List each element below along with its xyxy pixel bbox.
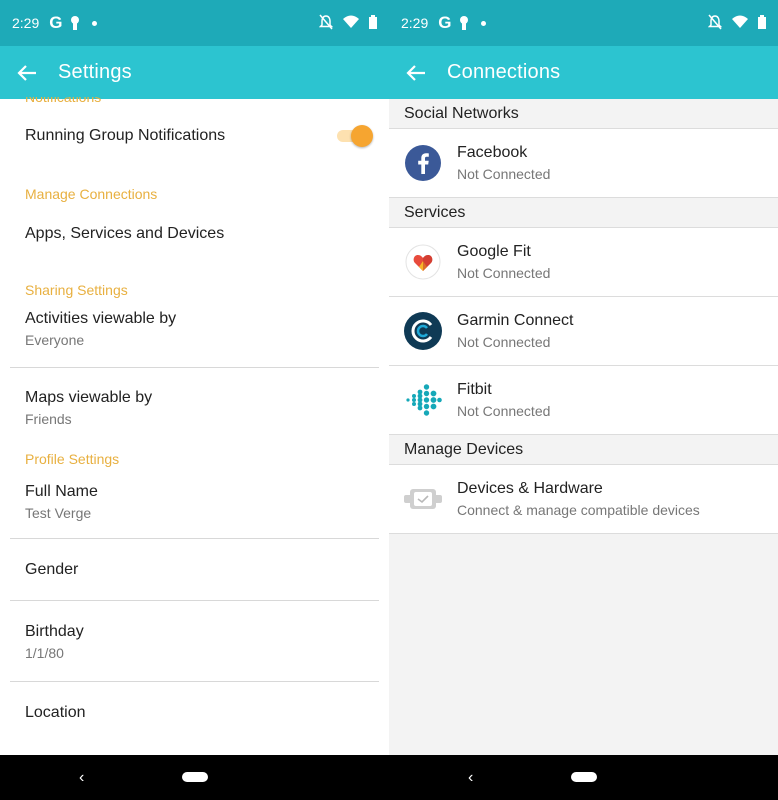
page-title: Settings — [58, 61, 132, 83]
apps-services-devices-row[interactable]: Apps, Services and Devices — [0, 205, 389, 263]
activities-viewable-row[interactable]: Activities viewable by Everyone — [0, 301, 389, 363]
connections-screen: 2:29 G Connections Social Networks Faceb… — [389, 0, 778, 755]
notification-dot-icon — [92, 20, 98, 26]
status-bar: 2:29 G — [389, 0, 778, 46]
running-group-label: Running Group Notifications — [25, 127, 226, 144]
google-fit-status: Not Connected — [457, 265, 551, 281]
watch-device-icon — [404, 480, 442, 518]
section-header-sharing: Sharing Settings — [25, 282, 128, 298]
connection-row-fitbit[interactable]: Fitbit Not Connected — [389, 366, 778, 435]
gender-row[interactable]: Gender — [0, 539, 389, 600]
app-bar: Settings — [0, 46, 389, 99]
activities-label: Activities viewable by — [25, 310, 177, 327]
facebook-status: Not Connected — [457, 166, 551, 182]
maps-viewable-row[interactable]: Maps viewable by Friends — [0, 368, 389, 444]
section-header-profile: Profile Settings — [25, 451, 120, 467]
section-header-manage-devices: Manage Devices — [389, 435, 778, 465]
section-header-manage-connections: Manage Connections — [25, 186, 158, 202]
birthday-value: 1/1/80 — [25, 645, 64, 661]
running-group-toggle[interactable] — [337, 125, 373, 147]
facebook-icon — [404, 144, 442, 182]
connection-row-facebook[interactable]: Facebook Not Connected — [389, 129, 778, 198]
keyhole-icon — [71, 16, 80, 30]
nav-back-icon[interactable]: ‹ — [79, 769, 84, 787]
running-group-notifications-row[interactable]: Running Group Notifications — [0, 103, 389, 169]
section-header-services: Services — [389, 198, 778, 228]
wifi-icon — [343, 15, 359, 28]
back-arrow-icon[interactable] — [405, 62, 427, 84]
full-name-value: Test Verge — [25, 505, 92, 521]
google-icon: G — [49, 13, 63, 32]
nav-home-icon[interactable] — [571, 772, 597, 782]
full-name-row[interactable]: Full Name Test Verge — [0, 470, 389, 538]
settings-screen: 2:29 G Settings Notifications Running Gr… — [0, 0, 389, 755]
page-title: Connections — [447, 61, 561, 83]
location-row[interactable]: Location — [0, 682, 389, 722]
gender-label: Gender — [25, 560, 79, 578]
activities-value: Everyone — [25, 332, 85, 348]
garmin-connect-icon — [404, 312, 442, 350]
section-header-social-networks: Social Networks — [389, 99, 778, 129]
settings-list: Notifications Running Group Notification… — [0, 97, 389, 722]
apps-services-devices-label: Apps, Services and Devices — [25, 225, 225, 242]
google-fit-name: Google Fit — [457, 243, 531, 260]
facebook-name: Facebook — [457, 144, 528, 161]
app-bar: Connections — [389, 46, 778, 99]
devices-status: Connect & manage compatible devices — [457, 502, 700, 518]
back-arrow-icon[interactable] — [16, 62, 38, 84]
battery-icon — [758, 15, 766, 29]
notification-dot-icon — [481, 20, 487, 26]
connection-row-devices[interactable]: Devices & Hardware Connect & manage comp… — [389, 465, 778, 534]
devices-name: Devices & Hardware — [457, 480, 603, 497]
status-time: 2:29 — [12, 15, 40, 31]
fitbit-status: Not Connected — [457, 403, 551, 419]
status-time: 2:29 — [401, 15, 429, 31]
full-name-label: Full Name — [25, 483, 98, 500]
nav-back-icon[interactable]: ‹ — [468, 769, 473, 787]
battery-icon — [369, 15, 377, 29]
mute-bell-icon — [708, 14, 722, 30]
google-fit-icon — [404, 243, 442, 281]
wifi-icon — [732, 15, 748, 28]
maps-value: Friends — [25, 411, 72, 427]
status-bar: 2:29 G — [0, 0, 389, 46]
garmin-name: Garmin Connect — [457, 312, 574, 329]
system-nav-bar: ‹ ‹ — [0, 755, 778, 800]
location-label: Location — [25, 704, 86, 721]
fitbit-icon — [404, 381, 442, 419]
garmin-status: Not Connected — [457, 334, 551, 350]
fitbit-name: Fitbit — [457, 381, 492, 398]
mute-bell-icon — [319, 14, 333, 30]
keyhole-icon — [460, 16, 469, 30]
connection-row-garmin[interactable]: Garmin Connect Not Connected — [389, 297, 778, 366]
birthday-label: Birthday — [25, 623, 84, 640]
connection-row-google-fit[interactable]: Google Fit Not Connected — [389, 228, 778, 297]
nav-home-icon[interactable] — [182, 772, 208, 782]
google-icon: G — [438, 13, 452, 32]
birthday-row[interactable]: Birthday 1/1/80 — [0, 601, 389, 681]
maps-label: Maps viewable by — [25, 389, 153, 406]
